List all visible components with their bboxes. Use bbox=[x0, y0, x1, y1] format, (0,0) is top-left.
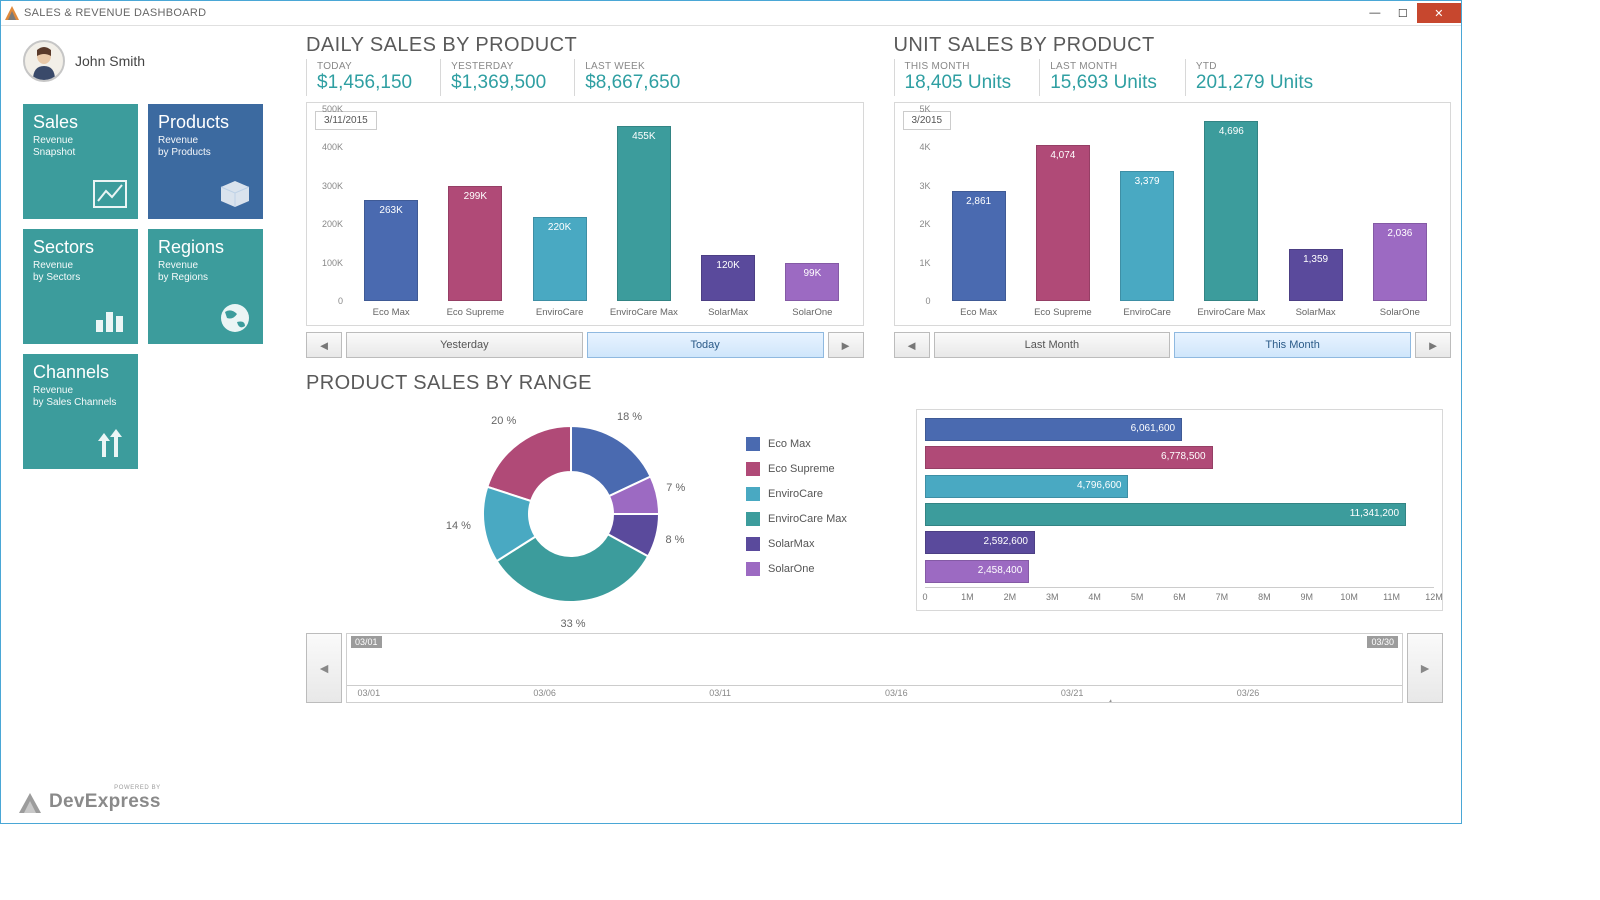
legend-item[interactable]: SolarOne bbox=[746, 562, 896, 576]
arrows-icon bbox=[90, 423, 130, 463]
range-donut: 20 %18 %7 %8 %33 %14 % bbox=[416, 409, 726, 619]
daily-title: DAILY SALES BY PRODUCT bbox=[306, 34, 864, 57]
stat: LAST WEEK$8,667,650 bbox=[574, 59, 708, 96]
user-name: John Smith bbox=[75, 53, 145, 69]
timeline-range[interactable]: 03/01 03/30 03/0103/0603/1103/1603/2103/… bbox=[346, 633, 1403, 703]
stat: YESTERDAY$1,369,500 bbox=[440, 59, 574, 96]
timeline-next-button[interactable]: ► bbox=[1407, 633, 1443, 703]
legend-item[interactable]: SolarMax bbox=[746, 537, 896, 551]
units-next-button[interactable]: ► bbox=[1415, 332, 1451, 358]
tile-sales[interactable]: SalesRevenueSnapshot bbox=[23, 104, 138, 219]
legend-item[interactable]: EnviroCare Max bbox=[746, 512, 896, 526]
daily-yesterday-button[interactable]: Yesterday bbox=[346, 332, 583, 358]
timeline-prev-button[interactable]: ◄ bbox=[306, 633, 342, 703]
legend-item[interactable]: EnviroCare bbox=[746, 487, 896, 501]
daily-chart: 3/11/2015 0100K200K300K400K500K 263K299K… bbox=[306, 102, 864, 326]
range-bars: 6,061,6006,778,5004,796,60011,341,2002,5… bbox=[916, 409, 1443, 611]
daily-prev-button[interactable]: ◄ bbox=[306, 332, 342, 358]
chart-line-icon bbox=[90, 173, 130, 213]
footer-brand: POWERED BY DevExpress bbox=[19, 785, 161, 813]
app-icon bbox=[5, 6, 19, 20]
globe-icon bbox=[215, 298, 255, 338]
units-thismonth-button[interactable]: This Month bbox=[1174, 332, 1411, 358]
stat: LAST MONTH15,693 Units bbox=[1039, 59, 1185, 96]
tile-regions[interactable]: RegionsRevenueby Regions bbox=[148, 229, 263, 344]
bars-icon bbox=[90, 298, 130, 338]
close-button[interactable]: ✕ bbox=[1417, 3, 1461, 23]
stat: THIS MONTH18,405 Units bbox=[894, 59, 1040, 96]
window-title: SALES & REVENUE DASHBOARD bbox=[24, 7, 206, 19]
stat: TODAY$1,456,150 bbox=[306, 59, 440, 96]
legend-item[interactable]: Eco Max bbox=[746, 437, 896, 451]
units-lastmonth-button[interactable]: Last Month bbox=[934, 332, 1171, 358]
tile-channels[interactable]: ChannelsRevenueby Sales Channels bbox=[23, 354, 138, 469]
avatar[interactable] bbox=[23, 40, 65, 82]
units-prev-button[interactable]: ◄ bbox=[894, 332, 930, 358]
daily-today-button[interactable]: Today bbox=[587, 332, 824, 358]
units-title: UNIT SALES BY PRODUCT bbox=[894, 34, 1452, 57]
tile-products[interactable]: ProductsRevenueby Products bbox=[148, 104, 263, 219]
range-title: PRODUCT SALES BY RANGE bbox=[306, 372, 1451, 395]
timeline-start-marker: 03/01 bbox=[351, 636, 382, 648]
units-chart: 3/2015 01K2K3K4K5K 2,8614,0743,3794,6961… bbox=[894, 102, 1452, 326]
daily-next-button[interactable]: ► bbox=[828, 332, 864, 358]
legend-item[interactable]: Eco Supreme bbox=[746, 462, 896, 476]
maximize-button[interactable]: ☐ bbox=[1389, 3, 1417, 23]
timeline-end-marker: 03/30 bbox=[1367, 636, 1398, 648]
stat: YTD201,279 Units bbox=[1185, 59, 1341, 96]
minimize-button[interactable]: — bbox=[1361, 3, 1389, 23]
tile-sectors[interactable]: SectorsRevenueby Sectors bbox=[23, 229, 138, 344]
box-icon bbox=[215, 173, 255, 213]
